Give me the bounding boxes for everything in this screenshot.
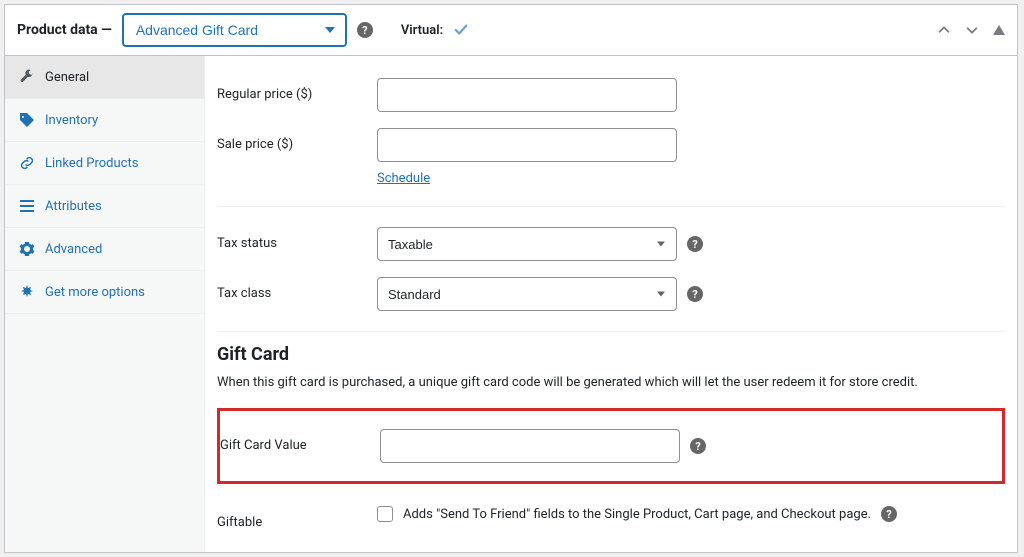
separator xyxy=(217,206,1005,207)
tab-general[interactable]: General xyxy=(5,56,204,99)
field-row-tax-status: Tax status Taxable ? xyxy=(217,219,1005,269)
help-icon[interactable]: ? xyxy=(690,438,706,454)
virtual-checkbox[interactable] xyxy=(453,23,468,38)
tab-attributes[interactable]: Attributes xyxy=(5,185,204,228)
product-data-tabs: General Inventory Linked Products Attrib… xyxy=(5,56,205,552)
tab-label: Advanced xyxy=(45,242,102,257)
link-icon xyxy=(19,155,35,171)
regular-price-input[interactable] xyxy=(377,78,677,112)
gift-card-description: When this gift card is purchased, a uniq… xyxy=(217,375,1005,390)
help-icon[interactable]: ? xyxy=(687,286,703,302)
tax-status-label: Tax status xyxy=(217,227,377,251)
virtual-label: Virtual: xyxy=(401,23,443,38)
tab-label: Linked Products xyxy=(45,156,138,171)
gift-card-heading: Gift Card xyxy=(217,344,1005,365)
tab-inventory[interactable]: Inventory xyxy=(5,99,204,142)
panel-header-controls xyxy=(937,23,1005,37)
regular-price-label: Regular price ($) xyxy=(217,78,377,102)
tax-class-label: Tax class xyxy=(217,277,377,301)
tab-linked-products[interactable]: Linked Products xyxy=(5,142,204,185)
panel-move-down[interactable] xyxy=(965,23,979,37)
tag-icon xyxy=(19,112,35,128)
spark-icon xyxy=(19,284,35,300)
help-icon[interactable]: ? xyxy=(881,506,897,522)
field-row-sale-price: Sale price ($) Schedule xyxy=(217,120,1005,194)
tab-label: Attributes xyxy=(45,199,102,214)
tab-get-more-options[interactable]: Get more options xyxy=(5,271,204,314)
list-icon xyxy=(19,198,35,214)
tab-label: General xyxy=(45,70,89,85)
separator xyxy=(217,331,1005,332)
panel-collapse-toggle[interactable] xyxy=(993,25,1005,35)
product-type-select[interactable]: Advanced Gift Card xyxy=(122,13,347,47)
field-row-giftable: Giftable Adds "Send To Friend" fields to… xyxy=(217,498,1005,538)
sale-price-input[interactable] xyxy=(377,128,677,162)
giftable-description: Adds "Send To Friend" fields to the Sing… xyxy=(403,507,871,522)
field-row-tax-class: Tax class Standard ? xyxy=(217,269,1005,319)
field-row-regular-price: Regular price ($) xyxy=(217,70,1005,120)
panel-header: Product data — Advanced Gift Card ? Virt… xyxy=(5,5,1017,56)
sale-price-label: Sale price ($) xyxy=(217,128,377,152)
gift-card-value-highlight: Gift Card Value ? xyxy=(217,408,1005,484)
tab-content-general: Regular price ($) Sale price ($) Schedul… xyxy=(205,56,1017,552)
field-row-gift-card-value: Gift Card Value ? xyxy=(220,429,1002,463)
gift-card-value-input[interactable] xyxy=(380,429,680,463)
gift-card-value-label: Gift Card Value xyxy=(220,429,380,453)
giftable-label: Giftable xyxy=(217,506,377,530)
tab-advanced[interactable]: Advanced xyxy=(5,228,204,271)
help-icon[interactable]: ? xyxy=(687,236,703,252)
wrench-icon xyxy=(19,69,35,85)
panel-move-up[interactable] xyxy=(937,23,951,37)
panel-title: Product data — xyxy=(17,22,112,38)
tab-label: Get more options xyxy=(45,285,145,300)
gear-icon xyxy=(19,241,35,257)
giftable-checkbox[interactable] xyxy=(377,506,393,522)
product-data-panel: Product data — Advanced Gift Card ? Virt… xyxy=(4,4,1018,553)
tax-class-select[interactable]: Standard xyxy=(377,277,677,311)
help-icon[interactable]: ? xyxy=(357,22,373,38)
schedule-link[interactable]: Schedule xyxy=(377,171,677,186)
tab-label: Inventory xyxy=(45,113,98,128)
tax-status-select[interactable]: Taxable xyxy=(377,227,677,261)
